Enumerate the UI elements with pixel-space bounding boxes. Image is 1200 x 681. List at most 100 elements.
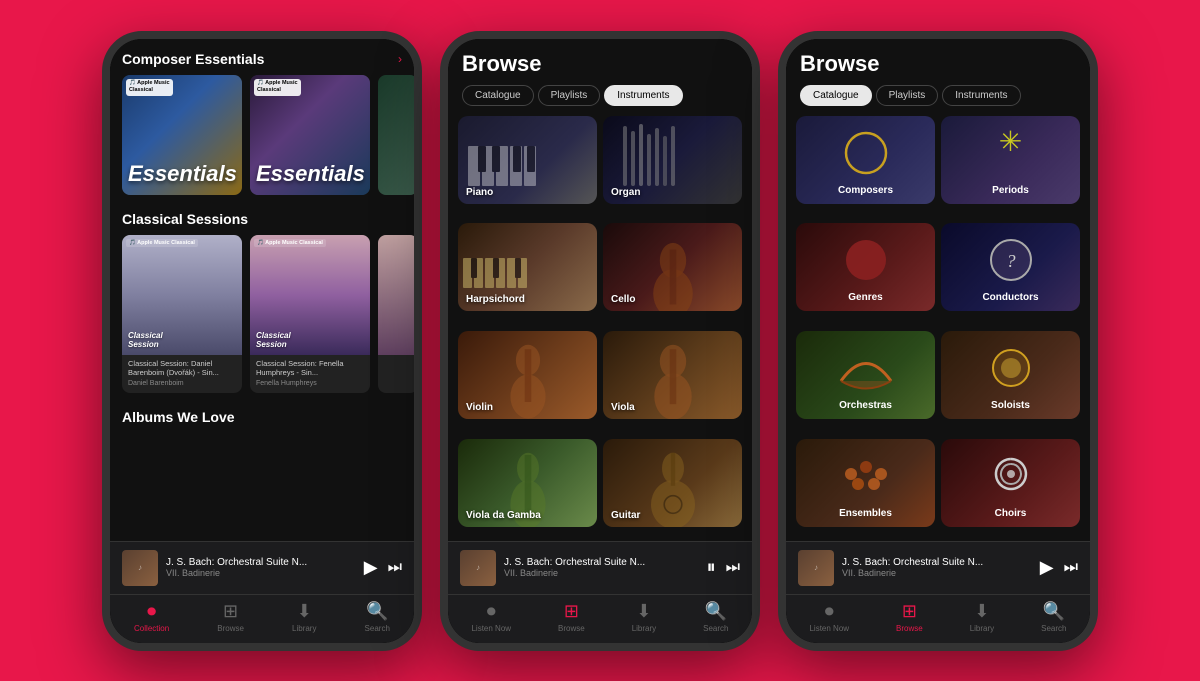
humphreys-session-card[interactable]: 🎵 Apple Music Classical ClassicalSession…	[250, 235, 370, 394]
classical-sessions-header: Classical Sessions	[122, 211, 402, 227]
player-info-1: J. S. Bach: Orchestral Suite N... VII. B…	[166, 557, 356, 578]
skip-button-3[interactable]: ⏭	[1064, 559, 1078, 577]
nav-browse-1[interactable]: ⊞ Browse	[217, 601, 244, 633]
soloists-icon	[986, 343, 1036, 393]
organ-cell[interactable]: Organ	[603, 116, 742, 204]
skip-button-2[interactable]: ⏭	[726, 559, 740, 577]
nav-search-label-2: Search	[703, 624, 728, 633]
bach-card[interactable]: 🎵 Apple MusicClassical Essentials Johann…	[250, 75, 370, 195]
nav-browse-label-3: Browse	[896, 624, 923, 633]
harpsichord-cell[interactable]: Harpsichord	[458, 223, 597, 311]
tabs-row-3: Catalogue Playlists Instruments	[786, 85, 1090, 116]
player-art-2: ♪	[460, 550, 496, 586]
nav-search-label-3: Search	[1041, 624, 1066, 633]
player-subtitle-1: VII. Badinerie	[166, 568, 356, 578]
bottom-nav-2: ⏺ Listen Now ⊞ Browse ⬇ Library 🔍 Search	[448, 594, 752, 643]
pause-button-2[interactable]: ⏸	[707, 557, 716, 578]
nav-browse-3[interactable]: ⊞ Browse	[896, 601, 923, 633]
periods-cell[interactable]: ✳ Periods	[941, 116, 1080, 204]
albums-header: Albums We Love	[122, 409, 402, 425]
nav-library-label-2: Library	[632, 624, 656, 633]
nav-library-2[interactable]: ⬇ Library	[632, 601, 656, 633]
listen-icon-2: ⏺	[487, 601, 496, 622]
nav-search-3[interactable]: 🔍 Search	[1041, 601, 1066, 633]
browse-icon-2: ⊞	[564, 601, 579, 622]
browse-title-2: Browse	[448, 39, 752, 85]
albums-title: Albums We Love	[122, 409, 235, 425]
composers-cell[interactable]: Composers	[796, 116, 935, 204]
player-subtitle-3: VII. Badinerie	[842, 568, 1032, 578]
tab-playlists-2[interactable]: Playlists	[538, 85, 601, 106]
album-art-icon: ♪	[138, 563, 142, 572]
cello-cell[interactable]: Cello	[603, 223, 742, 311]
ensembles-icon	[836, 449, 896, 499]
soloists-cell[interactable]: Soloists	[941, 331, 1080, 419]
violin-label: Violin	[466, 402, 493, 413]
viola-cell[interactable]: Viola	[603, 331, 742, 419]
album-art-icon-3: ♪	[814, 563, 818, 572]
choirs-cell[interactable]: Choirs	[941, 439, 1080, 527]
barenboim-session-card[interactable]: 🎵 Apple Music Classical ClassicalSession…	[122, 235, 242, 394]
beethoven-card[interactable]: 🎵 Apple MusicClassical Essentials Ludwig…	[122, 75, 242, 195]
conductors-label: Conductors	[982, 292, 1038, 303]
tab-instruments-2[interactable]: Instruments	[604, 85, 682, 106]
genres-cell[interactable]: Genres	[796, 223, 935, 311]
play-button-3[interactable]: ▶	[1040, 557, 1054, 578]
barenboim-badge: 🎵 Apple Music Classical	[126, 239, 198, 247]
choirs-icon	[986, 449, 1036, 499]
nav-collection[interactable]: ⏺ Collection	[134, 601, 169, 633]
soloists-label: Soloists	[991, 400, 1030, 411]
humphreys-session-label: Classical Session: Fenella Humphreys - S…	[250, 355, 370, 381]
harpsichord-label: Harpsichord	[466, 294, 525, 305]
search-icon-3: 🔍	[1043, 601, 1065, 622]
phone-3: Browse Catalogue Playlists Instruments C…	[778, 31, 1098, 651]
nav-library-label-3: Library	[970, 624, 994, 633]
player-title-2: J. S. Bach: Orchestral Suite N...	[504, 557, 699, 568]
browse-icon-3: ⊞	[902, 601, 917, 622]
library-icon-3: ⬇	[974, 601, 989, 622]
sessions-row: 🎵 Apple Music Classical ClassicalSession…	[122, 235, 402, 394]
skip-button-1[interactable]: ⏭	[388, 559, 402, 577]
play-button-1[interactable]: ▶	[364, 557, 378, 578]
instruments-grid: Piano Organ	[448, 116, 752, 541]
tab-instruments-3[interactable]: Instruments	[942, 85, 1020, 106]
piano-cell[interactable]: Piano	[458, 116, 597, 204]
humphreys-artist: Fenella Humphreys	[250, 380, 370, 393]
viola-gamba-cell[interactable]: Viola da Gamba	[458, 439, 597, 527]
conductors-cell[interactable]: ? Conductors	[941, 223, 1080, 311]
bottom-nav-1: ⏺ Collection ⊞ Browse ⬇ Library 🔍 Search	[110, 594, 414, 643]
player-title-1: J. S. Bach: Orchestral Suite N...	[166, 557, 356, 568]
orchestras-cell[interactable]: Orchestras	[796, 331, 935, 419]
nav-search-1[interactable]: 🔍 Search	[365, 601, 390, 633]
nav-listen-now-2[interactable]: ⏺ Listen Now	[471, 601, 511, 633]
humphreys-badge: 🎵 Apple Music Classical	[254, 239, 326, 247]
third-session-card	[378, 235, 414, 394]
conductors-icon: ?	[986, 235, 1036, 285]
nav-search-2[interactable]: 🔍 Search	[703, 601, 728, 633]
album-art-icon-2: ♪	[476, 563, 480, 572]
player-controls-2: ⏸ ⏭	[707, 557, 740, 578]
violin-cell[interactable]: Violin	[458, 331, 597, 419]
tab-playlists-3[interactable]: Playlists	[876, 85, 939, 106]
player-subtitle-2: VII. Badinerie	[504, 568, 699, 578]
ensembles-cell[interactable]: Ensembles	[796, 439, 935, 527]
tab-catalogue-3[interactable]: Catalogue	[800, 85, 872, 106]
nav-browse-2[interactable]: ⊞ Browse	[558, 601, 585, 633]
tab-catalogue-2[interactable]: Catalogue	[462, 85, 534, 106]
composers-label: Composers	[838, 185, 893, 196]
beethoven-essentials-text: Essentials	[128, 161, 237, 187]
barenboim-session-img: 🎵 Apple Music Classical ClassicalSession	[122, 235, 242, 355]
nav-listen-now-3[interactable]: ⏺ Listen Now	[809, 601, 849, 633]
barenboim-artist: Daniel Barenboim	[122, 380, 242, 393]
guitar-cell[interactable]: Guitar	[603, 439, 742, 527]
player-art-3: ♪	[798, 550, 834, 586]
nav-browse-label-2: Browse	[558, 624, 585, 633]
humphreys-session-img: 🎵 Apple Music Classical ClassicalSession	[250, 235, 370, 355]
nav-library-1[interactable]: ⬇ Library	[292, 601, 316, 633]
nav-listen-label-3: Listen Now	[809, 624, 849, 633]
third-essential-img	[378, 75, 414, 195]
listen-icon-3: ⏺	[825, 601, 834, 622]
periods-icon: ✳	[999, 128, 1022, 156]
svg-text:?: ?	[1006, 251, 1015, 271]
nav-library-3[interactable]: ⬇ Library	[970, 601, 994, 633]
